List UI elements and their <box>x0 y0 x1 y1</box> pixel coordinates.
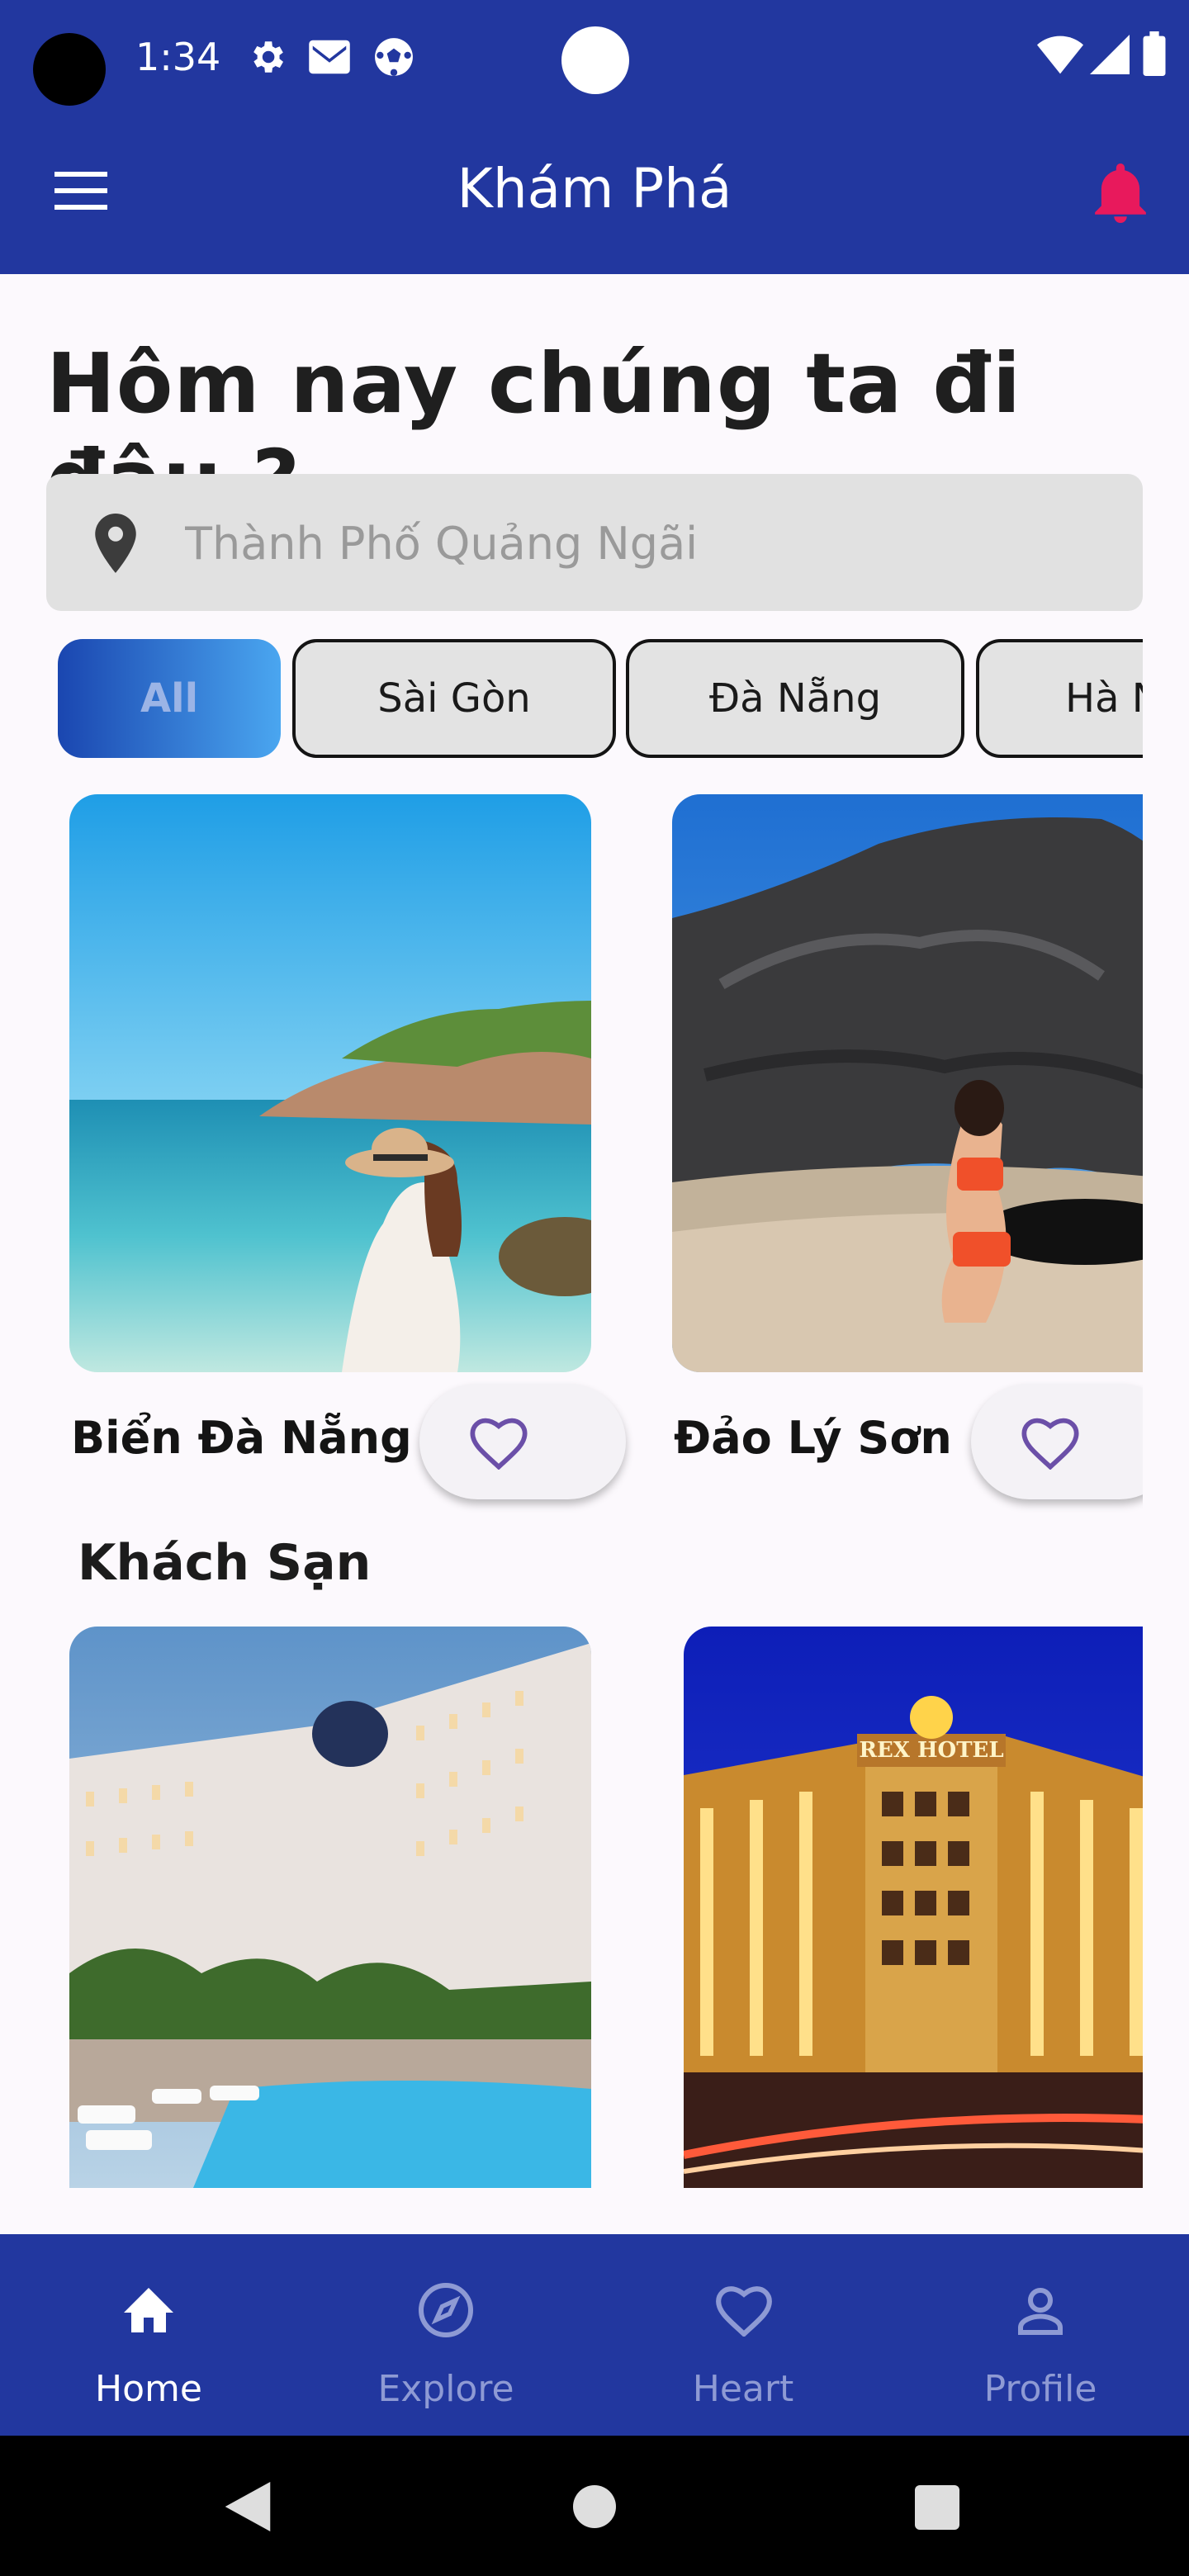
back-icon[interactable] <box>225 2482 271 2531</box>
svg-text:REX HOTEL: REX HOTEL <box>859 1738 1003 1763</box>
person-icon <box>1018 2288 1063 2335</box>
location-pin-icon <box>95 514 136 573</box>
home-button-icon[interactable] <box>573 2485 616 2528</box>
soccer-ball-icon <box>375 38 413 76</box>
favorite-button[interactable] <box>419 1384 626 1499</box>
notification-bell-icon[interactable] <box>1095 163 1146 223</box>
nav-explore[interactable]: Explore <box>297 2234 594 2436</box>
chip-sai-gon[interactable]: Sài Gòn <box>292 639 616 758</box>
search-field[interactable] <box>46 474 1143 613</box>
chip-ha-noi[interactable]: Hà Nội <box>976 639 1143 758</box>
nav-profile[interactable]: Profile <box>892 2234 1189 2436</box>
heart-icon <box>1021 1418 1079 1470</box>
home-icon <box>124 2288 173 2332</box>
nav-label: Heart <box>692 2368 794 2410</box>
place-card-image[interactable] <box>672 794 1143 1372</box>
search-input[interactable] <box>183 474 1111 613</box>
nav-label: Home <box>95 2368 202 2410</box>
wifi-icon <box>1037 36 1083 74</box>
chip-label: Đà Nẵng <box>708 675 882 722</box>
hotel-card-image[interactable] <box>69 1627 591 2188</box>
settings-icon <box>253 41 283 73</box>
nav-label: Explore <box>377 2368 514 2410</box>
beach-photo <box>69 794 591 1372</box>
favorite-button[interactable] <box>971 1384 1143 1499</box>
section-title-hotels: Khách Sạn <box>78 1534 372 1592</box>
system-navigation-bar <box>0 2436 1189 2576</box>
nav-label: Profile <box>983 2368 1097 2410</box>
camera-cutout <box>33 33 106 106</box>
battery-icon <box>1143 31 1166 76</box>
nav-heart[interactable]: Heart <box>594 2234 892 2436</box>
rex-hotel-night-photo: REX HOTEL <box>684 1627 1143 2188</box>
status-time: 1:34 <box>135 35 221 79</box>
front-camera-dot <box>561 26 629 94</box>
app-title: Khám Phá <box>457 157 732 220</box>
hotels-carousel: REX HOTEL <box>46 1625 1143 2190</box>
place-card-image[interactable] <box>69 794 591 1372</box>
recents-icon[interactable] <box>915 2485 959 2530</box>
hotel-card-image[interactable]: REX HOTEL <box>684 1627 1143 2188</box>
cell-signal-icon <box>1090 35 1130 74</box>
bottom-navigation: Home Explore Heart Profile <box>0 2234 1189 2436</box>
chip-label: Hà Nội <box>1065 675 1143 722</box>
place-name: Biển Đà Nẵng <box>71 1412 412 1464</box>
app-header: 1:34 Khám Phá <box>0 0 1189 274</box>
gmail-icon <box>309 40 350 74</box>
island-rock-photo <box>672 794 1143 1372</box>
chip-da-nang[interactable]: Đà Nẵng <box>626 639 964 758</box>
heart-icon <box>470 1418 528 1470</box>
resort-hotel-photo <box>69 1627 591 2188</box>
chip-label: All <box>140 675 199 722</box>
chip-all[interactable]: All <box>58 639 281 758</box>
places-carousel: Biển Đà Nẵng Đảo Lý Sơn <box>46 793 1143 1519</box>
city-filter-chips: All Sài Gòn Đà Nẵng Hà Nội <box>46 639 1143 760</box>
heart-icon <box>716 2286 772 2337</box>
place-name: Đảo Lý Sơn <box>674 1412 952 1464</box>
chip-label: Sài Gòn <box>377 675 531 722</box>
compass-icon <box>419 2283 473 2337</box>
nav-home[interactable]: Home <box>0 2234 297 2436</box>
